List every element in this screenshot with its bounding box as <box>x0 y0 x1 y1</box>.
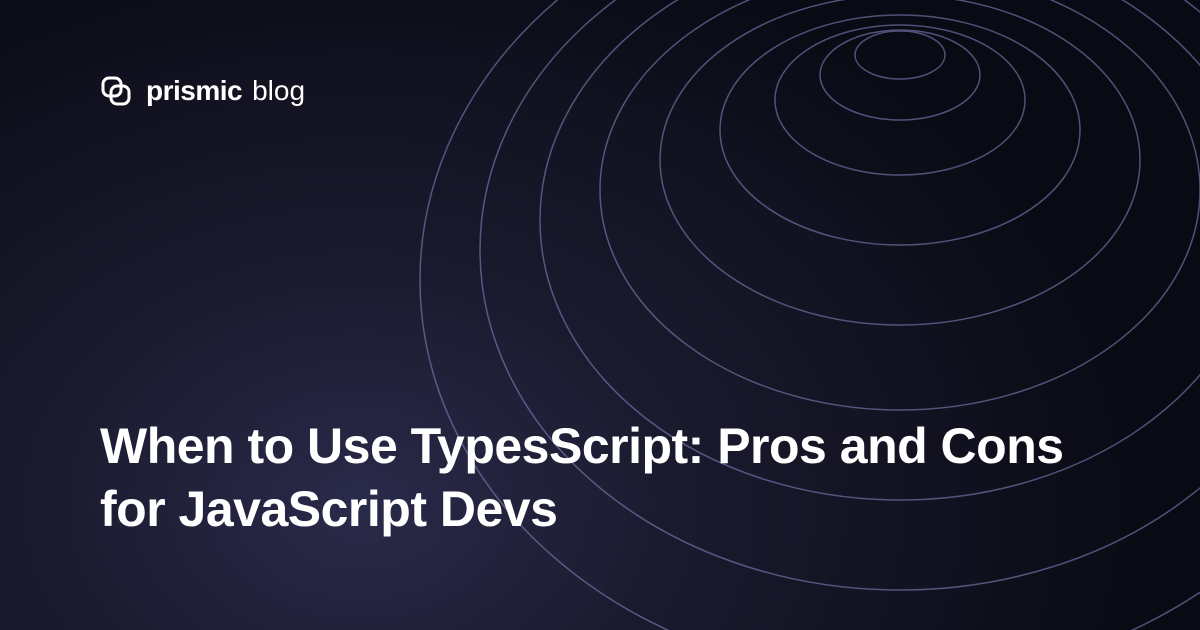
prismic-logo-icon <box>100 75 132 107</box>
header: prismic blog <box>100 75 305 107</box>
brand-name: prismic <box>146 75 242 107</box>
hero-card: prismic blog When to Use TypesScript: Pr… <box>0 0 1200 630</box>
article-title: When to Use TypesScript: Pros and Cons f… <box>100 415 1100 540</box>
section-label: blog <box>252 75 305 107</box>
